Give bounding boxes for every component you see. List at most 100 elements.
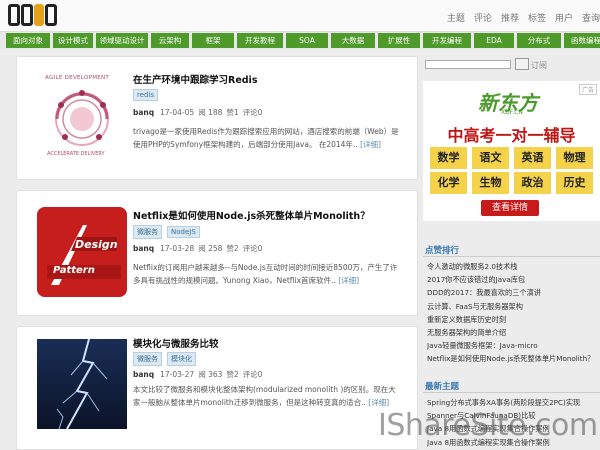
nav-item-eda[interactable]: EDA	[474, 33, 514, 48]
article-title[interactable]: 在生产环境中跟踪学习Redis	[133, 72, 257, 86]
ad-badge: 广告	[578, 84, 597, 95]
article-thumbnail-design-pattern[interactable]: Design Pattern	[37, 207, 127, 297]
tag-modularity[interactable]: 模块化	[167, 352, 196, 366]
article-date: 17-03-27	[160, 370, 195, 379]
article-comments: 评论0	[242, 244, 263, 253]
search-input[interactable]	[425, 60, 511, 69]
article-description: Netflix的订阅用户越来越多--与Node.js互动时间的时间接近8500万…	[133, 261, 403, 287]
article-title[interactable]: 模块化与微服务比较	[133, 336, 219, 350]
rank-item[interactable]: DDD的2017：我最喜欢的三个演讲	[427, 286, 599, 299]
article-likes: 赞1	[226, 108, 239, 117]
nav-item-bigdata[interactable]: 大数据	[331, 33, 375, 48]
nav-item-soa[interactable]: SOA	[286, 33, 328, 48]
nav-item-programming[interactable]: 开发编程	[423, 33, 471, 48]
top-link-tags[interactable]: 标签	[528, 14, 546, 24]
nav-item-tutorials[interactable]: 开发教程	[237, 33, 283, 48]
rank-item[interactable]: 2017你不应该错过的Java库包	[427, 273, 599, 286]
top-link-users[interactable]: 用户	[555, 14, 573, 24]
nav-item-ddd[interactable]: 领域驱动设计	[96, 33, 148, 48]
rank-list: 令人激动的微服务2.0技术栈 2017你不应该错过的Java库包 DDD的201…	[427, 260, 599, 366]
article-description: trivago是一家使用Redis作为跟踪搜索应用的网站，酒店搜索的前端（Web…	[133, 125, 403, 151]
article-meta: banq 17-04-05 阅 188 赞1 评论0	[133, 107, 266, 118]
article-comments: 评论0	[242, 108, 263, 117]
article-likes: 赞2	[226, 244, 239, 253]
article-author[interactable]: banq	[133, 370, 154, 379]
ad-subject: 数学	[430, 147, 467, 169]
site-header: 主题 评论 推荐 标签 用户 查询	[0, 0, 600, 32]
nav-item-design-patterns[interactable]: 设计模式	[53, 33, 93, 48]
thumb-caption-bottom: Pattern	[53, 265, 95, 276]
rank-item[interactable]: Java轻量微服务框架：Java-micro	[427, 339, 599, 352]
ad-subject: 语文	[472, 147, 509, 169]
thumb-caption-top: Design	[75, 238, 118, 251]
ad-subject: 物理	[556, 147, 593, 169]
article-views: 阅 363	[198, 370, 223, 379]
ad-brand-sub: XDF.CN	[501, 109, 523, 116]
article-description: 本文比较了微服务和模块化整体架构(modularized monolith )的…	[133, 383, 403, 409]
subscribe-link[interactable]: 订阅	[531, 60, 547, 71]
article-more-link[interactable]: [详细]	[338, 276, 359, 285]
article-more-link[interactable]: [详细]	[368, 398, 389, 407]
tag-nodejs[interactable]: NodeJS	[167, 226, 200, 238]
article-card: Design Pattern Netflix是如何使用Node.js杀死整体单片…	[16, 190, 418, 316]
article-tags: redis	[133, 89, 163, 101]
tag-microservices[interactable]: 微服务	[133, 352, 162, 366]
article-card: AGILE DEVELOPMENT ACCELERATE DELIVERY 在生…	[16, 56, 418, 180]
article-date: 17-04-05	[160, 108, 195, 117]
top-link-search[interactable]: 查询	[582, 14, 600, 24]
article-author[interactable]: banq	[133, 108, 154, 117]
ad-cta-button[interactable]: 查看详情	[481, 200, 539, 216]
tag-microservices[interactable]: 微服务	[133, 225, 162, 239]
search-button[interactable]	[515, 58, 529, 70]
rank-item[interactable]: Netflix是如何使用Node.js杀死整体单片Monolith？	[427, 352, 599, 365]
rank-item[interactable]: 重新定义数据库历史时刻	[427, 313, 599, 326]
article-likes: 赞2	[226, 370, 239, 379]
ad-subject: 生物	[472, 172, 509, 194]
agile-diagram-icon	[55, 90, 109, 146]
article-tags: 微服务 NodeJS	[133, 225, 205, 239]
tag-redis[interactable]: redis	[133, 89, 159, 101]
article-card: 模块化与微服务比较 微服务 模块化 banq 17-03-27 阅 363 赞2 评论0 …	[16, 326, 418, 450]
category-nav: 面向对象 设计模式 领域驱动设计 云架构 框架 开发教程 SOA 大数据 扩展性…	[0, 32, 600, 49]
article-views: 阅 258	[198, 244, 223, 253]
advertisement[interactable]: 广告 新东方 XDF.CN 中高考一对一辅导 数学 语文 英语 物理 化学 生物…	[423, 81, 600, 221]
article-list: AGILE DEVELOPMENT ACCELERATE DELIVERY 在生…	[16, 54, 418, 450]
article-tags: 微服务 模块化	[133, 352, 201, 366]
article-meta: banq 17-03-27 阅 363 赞2 评论0	[133, 369, 266, 380]
article-title[interactable]: Netflix是如何使用Node.js杀死整体单片Monolith？	[133, 208, 370, 222]
sidebar: 订阅 广告 新东方 XDF.CN 中高考一对一辅导 数学 语文 英语 物理 化学…	[423, 54, 600, 450]
nav-item-distributed[interactable]: 分布式	[517, 33, 561, 48]
ad-subject: 政治	[514, 172, 551, 194]
latest-divider	[423, 392, 600, 393]
rank-section-title: 点赞排行	[425, 246, 460, 256]
watermark-text: IShareSite.com	[378, 408, 598, 443]
nav-item-scalability[interactable]: 扩展性	[378, 33, 420, 48]
nav-item-oop[interactable]: 面向对象	[6, 33, 50, 48]
nav-item-cloud[interactable]: 云架构	[151, 33, 189, 48]
thumb-caption-top: AGILE DEVELOPMENT	[45, 75, 110, 81]
top-link-comments[interactable]: 评论	[474, 14, 492, 24]
rank-item[interactable]: 云计算、FaaS与无服务器架构	[427, 300, 599, 313]
rank-item[interactable]: 无服务器架构的简单介绍	[427, 326, 599, 339]
rank-divider	[423, 256, 600, 257]
article-description-text: trivago是一家使用Redis作为跟踪搜索应用的网站，酒店搜索的前端（Web…	[133, 127, 399, 149]
article-date: 17-03-28	[160, 244, 195, 253]
ad-subject: 历史	[556, 172, 593, 194]
nav-item-functional[interactable]: 函数编程	[564, 33, 600, 48]
article-more-link[interactable]: [详细]	[360, 140, 381, 149]
article-views: 阅 188	[198, 108, 223, 117]
design-pattern-icon	[37, 207, 127, 297]
site-logo[interactable]	[8, 4, 62, 28]
article-comments: 评论0	[242, 370, 263, 379]
nav-item-framework[interactable]: 框架	[192, 33, 234, 48]
ad-headline: 中高考一对一辅导	[447, 126, 576, 145]
top-link-topics[interactable]: 主题	[447, 14, 465, 24]
article-thumbnail-lightning[interactable]	[37, 339, 127, 429]
top-link-recommend[interactable]: 推荐	[501, 14, 519, 24]
article-thumbnail-agile[interactable]: AGILE DEVELOPMENT ACCELERATE DELIVERY	[37, 71, 127, 161]
article-author[interactable]: banq	[133, 244, 154, 253]
latest-section-title: 最新主题	[425, 382, 460, 392]
rank-item[interactable]: 令人激动的微服务2.0技术栈	[427, 260, 599, 273]
top-links: 主题 评论 推荐 标签 用户 查询	[438, 11, 600, 24]
ad-subject: 英语	[514, 147, 551, 169]
